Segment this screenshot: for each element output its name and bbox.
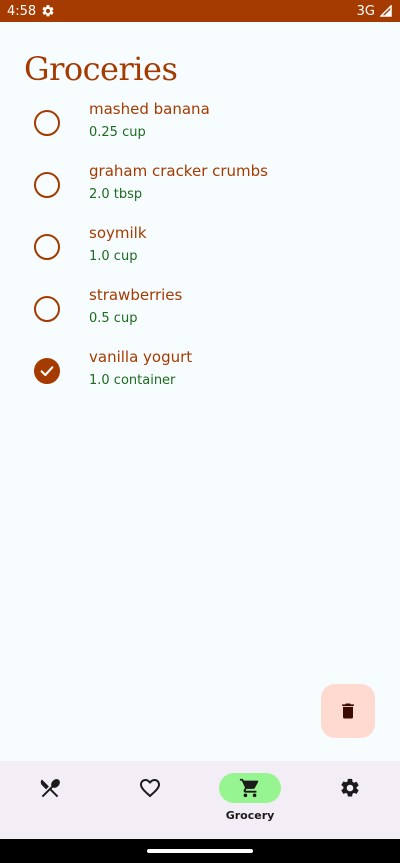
nav-item-grocery[interactable]: Grocery [200,773,300,833]
item-quantity: 2.0 tbsp [89,187,143,202]
page-title: Groceries [24,50,178,88]
nav-pill [119,773,181,803]
item-name: soymilk [89,224,147,242]
list-item[interactable]: graham cracker crumbs 2.0 tbsp [0,158,400,220]
checkbox-checked[interactable] [34,358,60,384]
item-quantity: 0.25 cup [89,125,146,140]
nav-item-settings[interactable] [300,773,400,833]
list-item[interactable]: strawberries 0.5 cup [0,282,400,344]
list-item[interactable]: mashed banana 0.25 cup [0,96,400,158]
item-name: vanilla yogurt [89,348,193,366]
settings-icon [341,778,359,797]
checkbox[interactable] [34,172,60,198]
checkbox[interactable] [34,234,60,260]
checkbox[interactable] [34,110,60,136]
item-quantity: 1.0 container [89,373,176,388]
grocery-list: mashed banana 0.25 cup graham cracker cr… [0,96,400,406]
nav-item-favorites[interactable] [100,773,200,833]
favorites-icon [140,779,160,798]
nav-item-recipes[interactable] [0,773,100,833]
nav-label-grocery: Grocery [225,809,275,822]
gear-notification-icon [42,5,54,17]
signal-icon [380,5,392,17]
nav-pill-active [219,773,281,803]
gesture-bar [0,839,400,863]
item-name: graham cracker crumbs [89,162,268,180]
nav-pill [319,773,381,803]
check-icon [40,366,54,377]
item-name: mashed banana [89,100,210,118]
bottom-navigation: Grocery [0,761,400,839]
item-quantity: 1.0 cup [89,249,138,264]
item-quantity: 0.5 cup [89,311,138,326]
status-time: 4:58 [7,3,37,19]
checkbox[interactable] [34,296,60,322]
trash-icon [342,703,354,719]
home-indicator[interactable] [147,849,253,853]
network-type: 3G [356,3,375,19]
list-item[interactable]: vanilla yogurt 1.0 container [0,344,400,406]
item-name: strawberries [89,286,183,304]
status-bar: 4:58 3G [0,0,400,22]
list-item[interactable]: soymilk 1.0 cup [0,220,400,282]
nav-pill [19,773,81,803]
grocery-screen: Groceries mashed banana 0.25 cup graham … [0,22,400,761]
cart-icon [239,778,259,798]
recipes-icon [40,779,60,798]
delete-button[interactable] [321,684,375,738]
